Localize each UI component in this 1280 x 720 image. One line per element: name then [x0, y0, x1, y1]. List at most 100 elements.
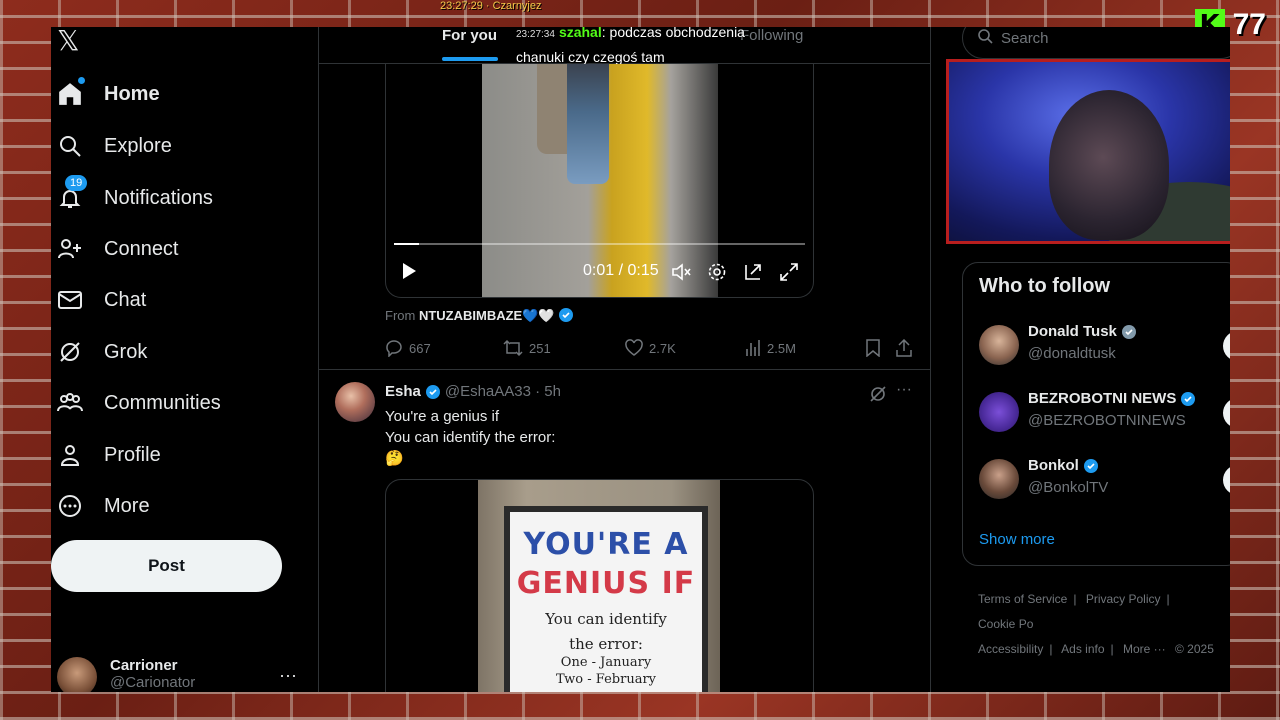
fullscreen-icon[interactable]: [779, 262, 799, 282]
avatar[interactable]: [335, 382, 375, 422]
tweet-actions: 667 251 2.7K 2.5M: [385, 339, 915, 359]
chat-username: szahal: [558, 27, 602, 40]
home-icon: [57, 77, 85, 107]
follow-suggestion[interactable]: BEZROBOTNI NEWS @BEZROBOTNINEWS: [979, 390, 1230, 434]
sign-text-6: Two - February: [555, 672, 657, 687]
x-logo-icon[interactable]: 𝕏: [57, 27, 85, 55]
play-icon[interactable]: [400, 262, 418, 285]
follow-suggestion[interactable]: Donald Tusk @donaldtusk: [979, 323, 1230, 367]
more-link[interactable]: More ···: [1123, 642, 1166, 656]
tab-for-you[interactable]: For you: [442, 27, 498, 61]
share-button[interactable]: [895, 339, 913, 357]
picture-in-picture-icon[interactable]: [743, 262, 763, 282]
search-icon: [977, 28, 993, 48]
follow-button[interactable]: [1223, 465, 1230, 495]
timeline-tabs: For you Following 23:27:34 szahal: podcza…: [319, 27, 930, 65]
sign-photo: YOU'RE A GENIUS IF You can identify the …: [478, 480, 720, 692]
ellipsis-icon[interactable]: ···: [279, 665, 297, 686]
terms-link[interactable]: Terms of Service: [978, 592, 1067, 606]
stream-chat-message: 23:27:34 szahal: podczas obchodzenia chan…: [516, 27, 776, 68]
nav-more[interactable]: More: [57, 484, 150, 528]
sign-text-4: the error:: [569, 635, 643, 653]
privacy-link[interactable]: Privacy Policy: [1086, 592, 1161, 606]
envelope-icon: [57, 287, 83, 313]
account-handle: @Carionator: [110, 674, 196, 691]
account-switcher[interactable]: Carrioner @Carionator ···: [57, 657, 297, 692]
repost-button[interactable]: 251: [503, 339, 551, 357]
nav-more-label: More: [104, 494, 150, 517]
add-person-icon: [57, 236, 83, 262]
suggestion-handle: @BonkolTV: [1028, 479, 1109, 496]
suggestion-name-text: BEZROBOTNI NEWS: [1028, 390, 1177, 407]
bookmark-icon: [866, 339, 880, 357]
from-source-link[interactable]: NTUZABIMBAZE💙🤍: [419, 308, 555, 323]
suggestion-name-text: Bonkol: [1028, 457, 1079, 474]
cookie-link[interactable]: Cookie Po: [978, 617, 1033, 631]
heart-icon: [625, 339, 643, 356]
author-name[interactable]: Esha: [385, 383, 421, 400]
like-button[interactable]: 2.7K: [625, 339, 676, 357]
video-progress-bar[interactable]: [394, 243, 805, 245]
video-person-2: [567, 64, 609, 184]
nav-connect[interactable]: Connect: [57, 227, 179, 271]
verified-badge-icon: [1181, 391, 1196, 406]
unread-dot: [78, 77, 85, 84]
nav-communities[interactable]: Communities: [57, 381, 221, 425]
nav-connect-label: Connect: [104, 237, 179, 260]
nav-home[interactable]: Home: [57, 72, 160, 116]
sign-text-5: One - January: [560, 655, 652, 670]
who-to-follow-panel: Who to follow Donald Tusk @donaldtusk BE…: [962, 262, 1230, 566]
copyright: © 2025: [1175, 642, 1214, 656]
accessibility-link[interactable]: Accessibility: [978, 642, 1043, 656]
post-button[interactable]: Post: [51, 540, 282, 592]
nav-chat[interactable]: Chat: [57, 278, 146, 322]
settings-gear-icon[interactable]: [707, 262, 727, 282]
reply-button[interactable]: 667: [385, 339, 431, 357]
verified-badge-icon: [559, 308, 574, 322]
tweet-text-line1: You're a genius if: [385, 408, 500, 425]
nav-profile[interactable]: Profile: [57, 433, 161, 477]
nav-grok-label: Grok: [104, 340, 148, 363]
views-button[interactable]: 2.5M: [745, 339, 796, 357]
tweet-divider: [319, 369, 930, 370]
avatar[interactable]: [979, 325, 1019, 365]
nav-grok[interactable]: Grok: [57, 330, 147, 374]
people-icon: [57, 390, 83, 416]
thinking-emoji-icon: 🤔: [385, 450, 404, 467]
nav-notifications[interactable]: 19 Notifications: [57, 175, 213, 220]
suggestion-name: Donald Tusk: [1028, 323, 1137, 340]
suggestion-name-text: Donald Tusk: [1028, 323, 1117, 340]
grok-icon[interactable]: [869, 385, 887, 408]
verified-badge-icon: [1121, 324, 1136, 339]
sign-board: YOU'RE A GENIUS IF You can identify the …: [504, 506, 708, 692]
repost-count: 251: [529, 340, 551, 356]
search-input[interactable]: Search: [962, 27, 1230, 59]
timeline: For you Following 23:27:34 szahal: podcza…: [318, 27, 931, 692]
nav-explore[interactable]: Explore: [57, 124, 172, 168]
tweet-image[interactable]: YOU'RE A GENIUS IF You can identify the …: [385, 479, 814, 692]
video-progress-fill: [394, 243, 419, 245]
sign-text-1: YOU'RE A: [523, 527, 689, 562]
grok-icon: [57, 339, 83, 365]
tab-for-you-label: For you: [442, 27, 497, 44]
follow-suggestion[interactable]: Bonkol @BonkolTV: [979, 457, 1230, 501]
from-prefix: From: [385, 308, 416, 323]
mute-icon[interactable]: [671, 262, 691, 282]
analytics-icon: [746, 340, 760, 356]
avatar[interactable]: [979, 392, 1019, 432]
ellipsis-icon[interactable]: ···: [896, 381, 912, 399]
bookmark-button[interactable]: [865, 339, 881, 357]
active-tab-indicator: [442, 57, 498, 61]
follow-button[interactable]: [1223, 331, 1230, 361]
ads-info-link[interactable]: Ads info: [1061, 642, 1104, 656]
tweet-header: Esha @EshaAA33 · 5h: [385, 383, 561, 400]
follow-button[interactable]: [1223, 398, 1230, 428]
video-player[interactable]: 0:01 / 0:15: [385, 64, 814, 298]
show-more-link[interactable]: Show more: [979, 531, 1055, 548]
repost-icon: [503, 339, 523, 357]
suggestion-name: BEZROBOTNI NEWS: [1028, 390, 1196, 407]
author-handle-time[interactable]: @EshaAA33 · 5h: [445, 383, 561, 400]
avatar[interactable]: [979, 459, 1019, 499]
tweet-text-line2: You can identify the error:: [385, 429, 556, 446]
video-time: 0:01 / 0:15: [583, 262, 659, 279]
